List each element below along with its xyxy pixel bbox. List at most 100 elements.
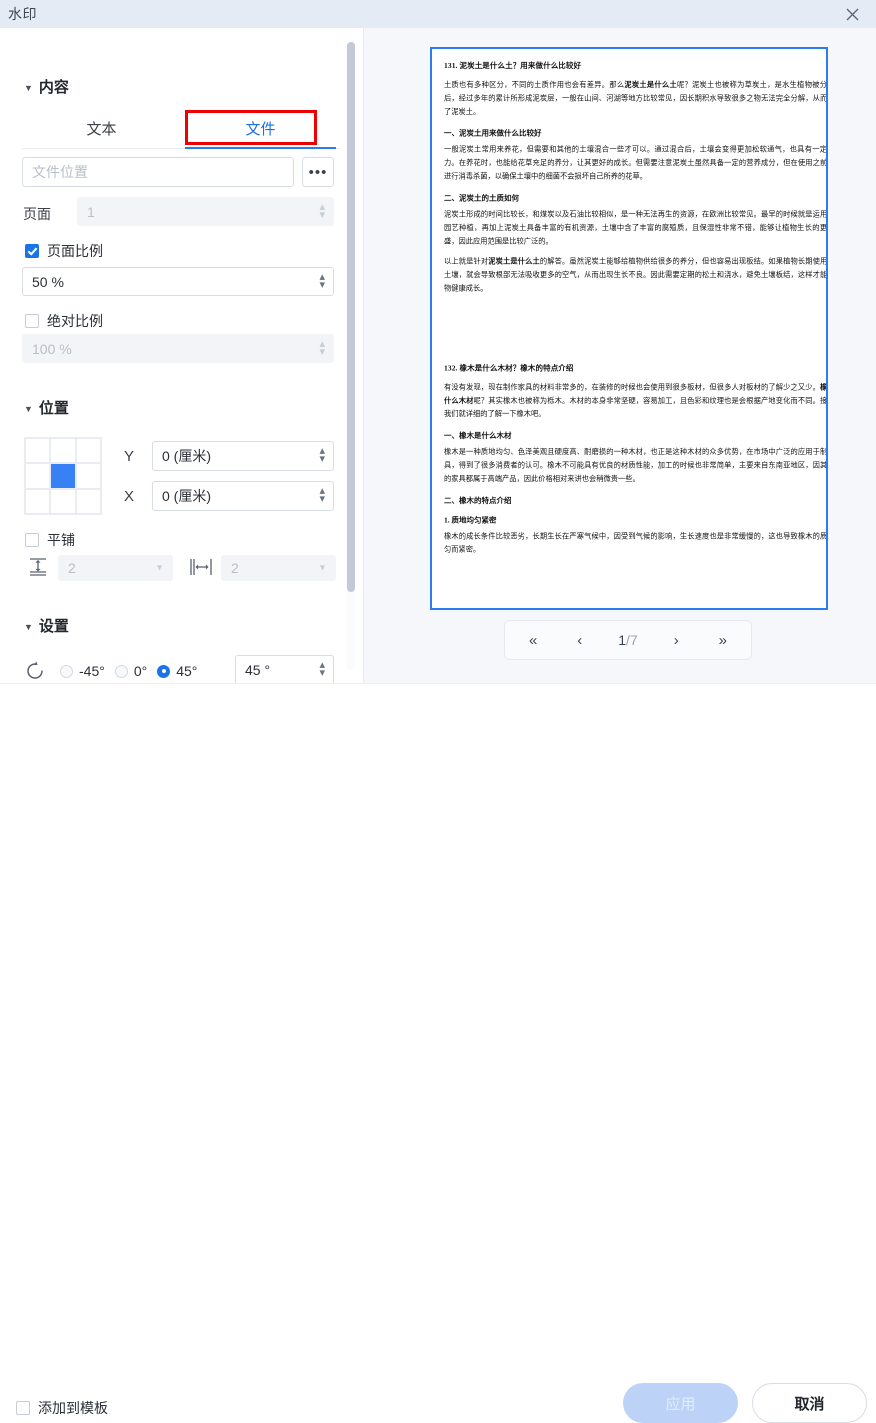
settings-scrollbar-thumb[interactable] — [347, 42, 355, 592]
rotation-angle-value: 45 ° — [245, 662, 270, 678]
absolute-scale-checkbox-row[interactable]: 绝对比例 — [25, 311, 103, 331]
horizontal-spacing-value: 2 — [231, 560, 239, 576]
rotation-angle-input[interactable]: 45 ° ▴▾ — [235, 655, 334, 683]
doc-heading-131: 131. 泥炭土是什么土？用来做什么比较好 — [444, 60, 828, 71]
tile-checkbox-row[interactable]: 平铺 — [25, 530, 75, 550]
page-navigation: « ‹ 1/7 › » — [504, 620, 752, 660]
chevron-down-icon: ▼ — [24, 83, 33, 93]
settings-panel: ▼ 内容 文本 文件 文件位置 ••• 页面 1 ▴▾ 页面比例 50 % — [0, 28, 364, 683]
x-offset-input[interactable]: 0 (厘米) ▴▾ — [152, 481, 334, 511]
dialog-footer: 添加到模板 应用 取消 — [0, 683, 876, 748]
anchor-cell-bottom-left[interactable] — [26, 490, 49, 513]
chevron-down-icon: ▾ — [157, 563, 162, 574]
x-offset-value: 0 (厘米) — [162, 486, 211, 506]
add-to-template-label: 添加到模板 — [38, 1398, 108, 1418]
next-page-button[interactable]: › — [670, 632, 683, 649]
page-scale-input[interactable]: 50 % ▴▾ — [22, 267, 334, 296]
radio-label-minus45: -45° — [79, 663, 105, 679]
anchor-position-grid[interactable] — [24, 437, 102, 515]
horizontal-spacing-select[interactable]: 2 ▾ — [221, 555, 336, 581]
section-header-settings[interactable]: ▼ 设置 — [24, 615, 69, 636]
page-indicator: 1/7 — [618, 632, 637, 648]
anchor-cell-top-left[interactable] — [26, 439, 49, 462]
page-number-input[interactable]: 1 ▴▾ — [77, 197, 334, 226]
horizontal-spacing-icon — [189, 556, 213, 583]
y-offset-value: 0 (厘米) — [162, 446, 211, 466]
doc-paragraph-6: 橡木是一种质地均匀、色泽美观且硬度高、耐磨损的一种木材，也正是这种木材的众多优势… — [444, 446, 828, 486]
section-title-content: 内容 — [39, 76, 69, 97]
page-scale-label: 页面比例 — [47, 241, 103, 261]
rotation-controls: -45° 0° 45° — [24, 656, 207, 683]
anchor-cell-middle-center[interactable] — [51, 464, 74, 487]
radio-label-zero: 0° — [134, 663, 147, 679]
doc-subheading-1: 一、泥炭土用来做什么比较好 — [444, 128, 828, 139]
doc-spacer — [444, 302, 828, 362]
anchor-cell-middle-left[interactable] — [26, 464, 49, 487]
apply-button[interactable]: 应用 — [623, 1383, 738, 1423]
vertical-spacing-select[interactable]: 2 ▾ — [58, 555, 173, 581]
page-scale-stepper[interactable]: ▴▾ — [319, 274, 325, 290]
y-offset-input[interactable]: 0 (厘米) ▴▾ — [152, 441, 334, 471]
anchor-cell-top-right[interactable] — [77, 439, 100, 462]
chevron-down-icon: ▼ — [24, 404, 33, 414]
section-header-content[interactable]: ▼ 内容 — [24, 76, 69, 97]
radio-dot-zero[interactable] — [115, 665, 128, 678]
doc-paragraph-4: 以上就是针对泥炭土是什么土的解答。虽然泥炭土能够给植物供给很多的养分，但也容易出… — [444, 255, 828, 295]
prev-page-button[interactable]: ‹ — [573, 632, 586, 649]
document-content: 131. 泥炭土是什么土？用来做什么比较好 土质也有多种区分，不同的土质作用也会… — [432, 49, 828, 557]
rotate-icon[interactable] — [24, 660, 46, 682]
doc-paragraph-1: 土质也有多种区分，不同的土质作用也会有差异。那么泥炭土是什么土呢？泥炭土也被称为… — [444, 79, 828, 119]
file-location-input[interactable]: 文件位置 — [22, 157, 294, 187]
chevron-down-icon: ▼ — [24, 622, 33, 632]
chevron-down-icon: ▾ — [320, 563, 325, 574]
rotation-angle-stepper[interactable]: ▴▾ — [319, 662, 325, 678]
radio-dot-minus45[interactable] — [60, 665, 73, 678]
tab-file[interactable]: 文件 — [181, 114, 340, 148]
page-field-label: 页面 — [23, 204, 51, 224]
close-icon[interactable] — [832, 0, 872, 28]
page-number-value: 1 — [87, 204, 95, 220]
tab-text[interactable]: 文本 — [22, 114, 181, 148]
dialog-body: ▼ 内容 文本 文件 文件位置 ••• 页面 1 ▴▾ 页面比例 50 % — [0, 28, 876, 683]
checkbox-tile[interactable] — [25, 533, 39, 547]
doc-para5-post: 呢？其实橡木也被称为栎木。木材的本身非常坚硬，容易加工，且色彩和纹理也是会根据产… — [444, 397, 828, 418]
cancel-button[interactable]: 取消 — [752, 1383, 867, 1423]
doc-subheading-3: 一、橡木是什么木材 — [444, 430, 828, 441]
add-to-template-checkbox-row[interactable]: 添加到模板 — [16, 1398, 108, 1418]
page-scale-checkbox-row[interactable]: 页面比例 — [25, 241, 103, 261]
y-offset-stepper[interactable]: ▴▾ — [319, 448, 325, 464]
check-icon-page-scale[interactable] — [25, 244, 39, 258]
document-page-preview[interactable]: 131. 泥炭土是什么土？用来做什么比较好 土质也有多种区分，不同的土质作用也会… — [430, 47, 828, 610]
checkbox-absolute-scale[interactable] — [25, 314, 39, 328]
absolute-scale-input[interactable]: 100 % ▴▾ — [22, 334, 334, 363]
file-location-placeholder: 文件位置 — [32, 162, 88, 182]
absolute-scale-stepper[interactable]: ▴▾ — [319, 341, 325, 357]
browse-file-button[interactable]: ••• — [302, 157, 334, 187]
page-number-stepper[interactable]: ▴▾ — [319, 204, 325, 220]
radio-rotation-45[interactable]: 45° — [157, 663, 197, 679]
anchor-cell-bottom-center[interactable] — [51, 490, 74, 513]
radio-rotation-zero[interactable]: 0° — [115, 663, 147, 679]
anchor-cell-middle-right[interactable] — [77, 464, 100, 487]
absolute-scale-label: 绝对比例 — [47, 311, 103, 331]
content-tabs: 文本 文件 — [22, 114, 340, 149]
last-page-button[interactable]: » — [715, 632, 731, 649]
doc-paragraph-7: 橡木的成长条件比较恶劣，长期生长在严寒气候中，因受到气候的影响，生长速度也是非常… — [444, 530, 828, 557]
page-scale-value: 50 % — [32, 274, 64, 290]
anchor-cell-bottom-right[interactable] — [77, 490, 100, 513]
current-page-number: 1 — [618, 632, 626, 648]
doc-para4-bold: 泥炭土是什么土 — [488, 258, 540, 266]
doc-para4-pre: 以上就是针对 — [444, 258, 488, 266]
window-title: 水印 — [8, 4, 37, 24]
checkbox-add-to-template[interactable] — [16, 1401, 30, 1415]
section-header-position[interactable]: ▼ 位置 — [24, 397, 69, 418]
doc-paragraph-3: 泥炭土形成的时间比较长，和煤炭以及石油比较相似，是一种无法再生的资源，在欧洲比较… — [444, 208, 828, 248]
radio-rotation-minus45[interactable]: -45° — [60, 663, 105, 679]
first-page-button[interactable]: « — [525, 632, 541, 649]
x-offset-stepper[interactable]: ▴▾ — [319, 488, 325, 504]
radio-dot-45[interactable] — [157, 665, 170, 678]
radio-label-45: 45° — [176, 663, 197, 679]
doc-heading-132: 132. 橡木是什么木材？橡木的特点介绍 — [444, 362, 828, 373]
anchor-cell-top-center[interactable] — [51, 439, 74, 462]
doc-paragraph-5: 有没有发现，现在制作家具的材料非常多的，在装修的时候也会使用到很多板材，但很多人… — [444, 381, 828, 421]
